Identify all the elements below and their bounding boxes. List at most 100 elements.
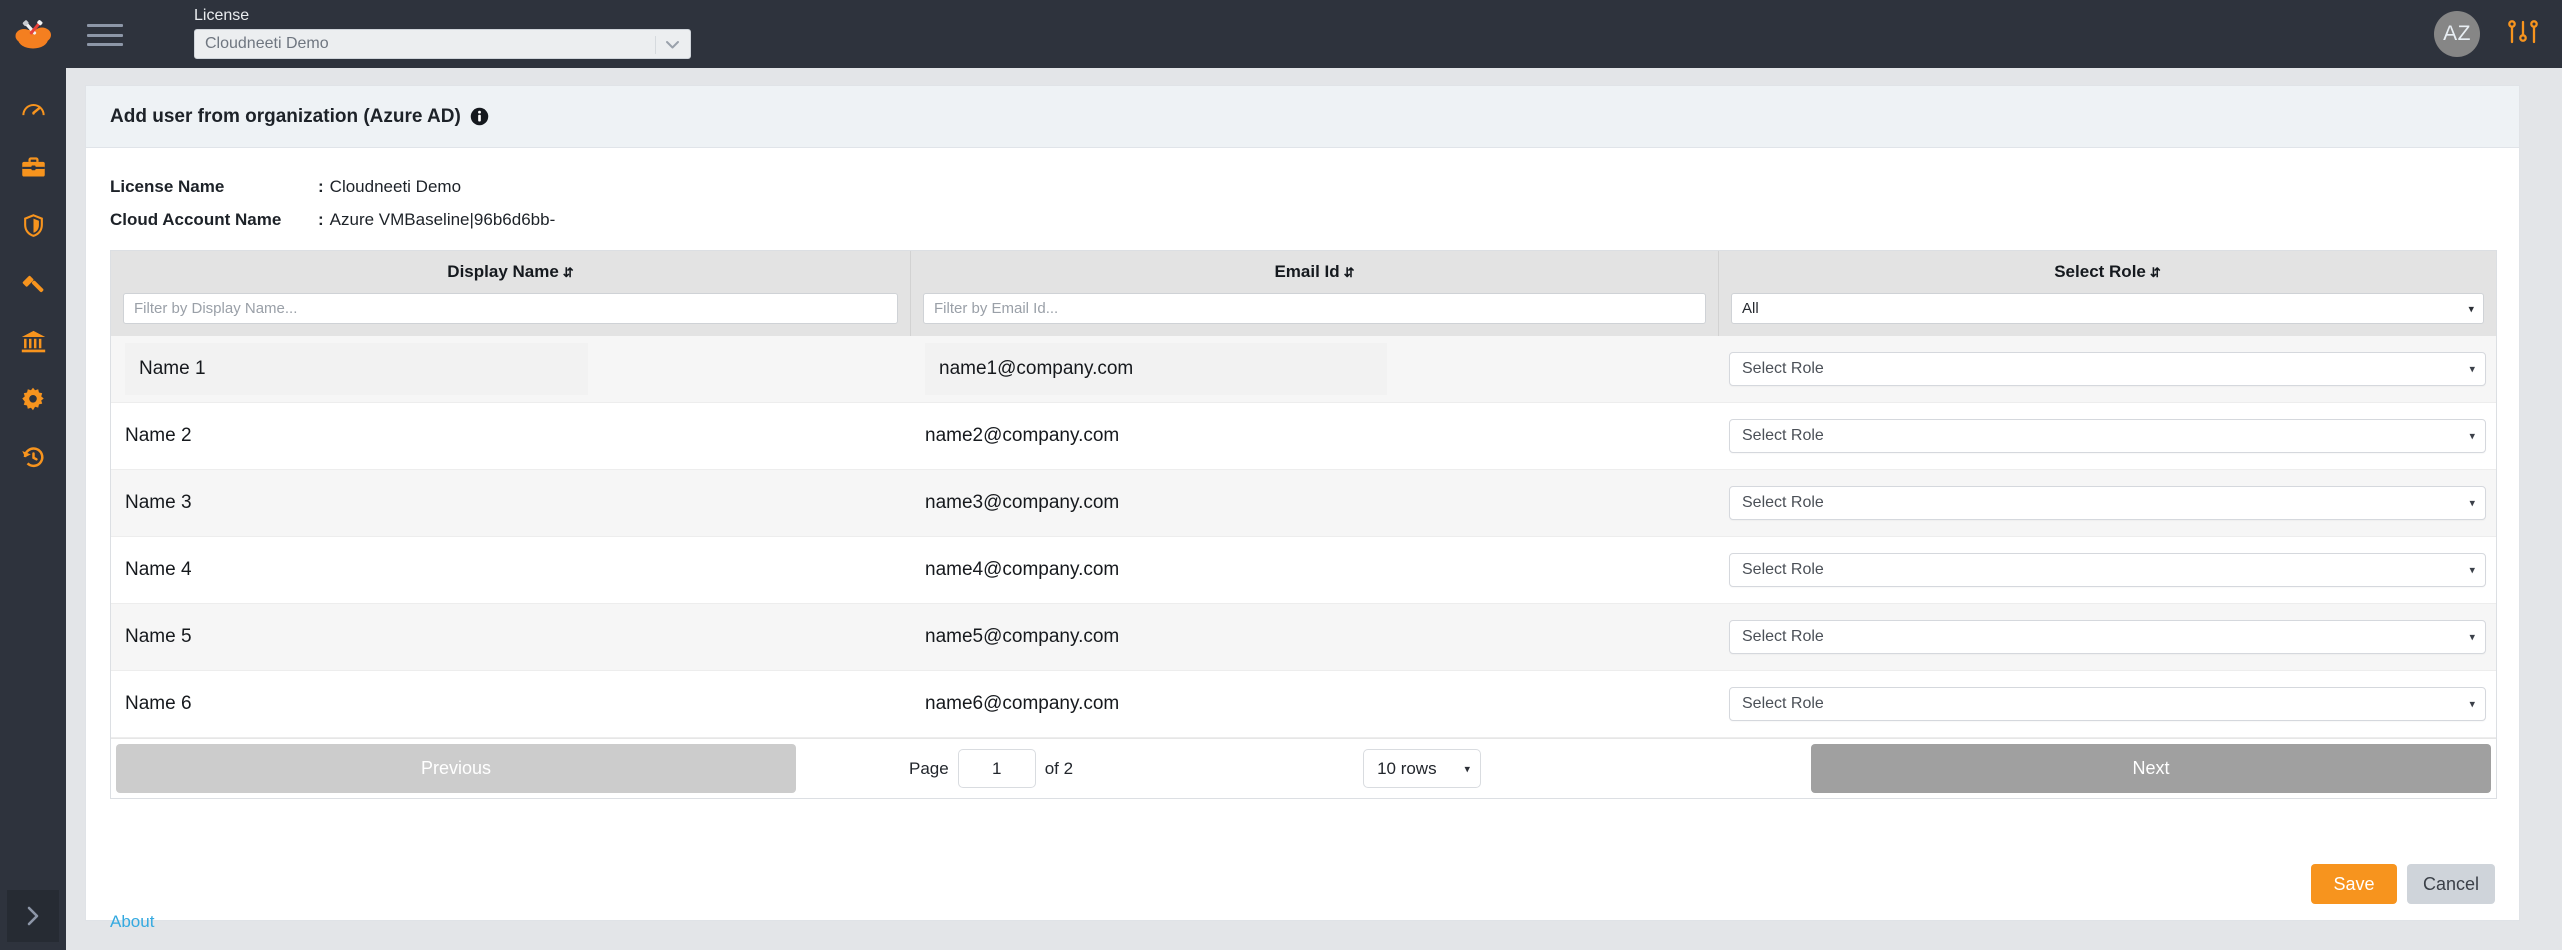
sidebar-item-compliance[interactable] <box>0 312 66 370</box>
previous-button[interactable]: Previous <box>116 744 796 793</box>
sidebar-item-portfolio[interactable] <box>0 138 66 196</box>
page-body: Add user from organization (Azure AD) Li… <box>66 68 2562 950</box>
dropdown-arrow-icon: ▾ <box>2468 303 2474 315</box>
table-row: Name 6 name6@company.com Select Role ▾ <box>111 671 2496 738</box>
table-row: Name 3 name3@company.com Select Role ▾ <box>111 470 2496 537</box>
display-name-value: Name 5 <box>125 626 192 647</box>
sort-icon: ⇵ <box>1343 265 1355 280</box>
filter-display-name-input[interactable] <box>123 293 898 324</box>
avatar[interactable]: AZ <box>2434 11 2480 57</box>
save-button[interactable]: Save <box>2310 864 2397 904</box>
role-select-value: Select Role <box>1742 628 1824 645</box>
meta-colon: : <box>318 177 324 196</box>
sidebar-item-settings[interactable] <box>0 370 66 428</box>
table-row: Name 4 name4@company.com Select Role ▾ <box>111 537 2496 604</box>
cell-select-role: Select Role ▾ <box>1719 604 2496 670</box>
gear-icon <box>22 387 44 411</box>
sidebar-item-dashboard[interactable] <box>0 80 66 138</box>
column-email-id: Email Id ⇵ <box>911 251 1719 336</box>
hamburger-icon[interactable] <box>83 21 127 49</box>
role-select-value: Select Role <box>1742 695 1824 712</box>
page-label: Page <box>909 758 949 778</box>
history-icon <box>21 446 43 467</box>
role-select[interactable]: Select Role ▾ <box>1729 419 2486 453</box>
role-select[interactable]: Select Role ▾ <box>1729 352 2486 386</box>
column-select-role: Select Role ⇵ All ▾ <box>1719 251 2496 336</box>
filter-role-select[interactable]: All ▾ <box>1731 293 2484 324</box>
sidebar-item-security[interactable] <box>0 196 66 254</box>
meta-row-license-name: License Name : Cloudneeti Demo <box>110 170 2519 203</box>
email-id-value: name6@company.com <box>925 693 1120 714</box>
license-label: License <box>194 7 250 24</box>
cancel-button[interactable]: Cancel <box>2406 864 2495 904</box>
filter-email-id-input[interactable] <box>923 293 1706 324</box>
license-selector-group: License Cloudneeti Demo <box>194 6 694 59</box>
users-table: Display Name⇵ Email Id⇵ Select Role⇵ A <box>110 250 2497 799</box>
cell-email-id: name3@company.com <box>911 470 1719 536</box>
previous-button-wrap: Previous <box>111 739 801 798</box>
meta-key: Cloud Account Name <box>110 210 282 229</box>
cell-display-name: Name 3 <box>111 470 911 536</box>
column-header-select-role[interactable]: Select Role ⇵ <box>1731 260 2484 285</box>
license-select[interactable]: Cloudneeti Demo <box>194 29 691 59</box>
cell-email-id: name2@company.com <box>911 403 1719 469</box>
column-header-label: Select Role <box>2054 262 2146 281</box>
email-id-value: name1@company.com <box>925 343 1387 395</box>
add-user-card: Add user from organization (Azure AD) Li… <box>85 85 2520 931</box>
role-select[interactable]: Select Role ▾ <box>1729 553 2486 587</box>
sidebar-item-governance[interactable] <box>0 254 66 312</box>
sidebar-item-history[interactable] <box>0 428 66 486</box>
role-select-value: Select Role <box>1742 427 1824 444</box>
column-header-display-name[interactable]: Display Name ⇵ <box>123 260 898 285</box>
cell-email-id: name4@company.com <box>911 537 1719 603</box>
form-actions: Save Cancel <box>2310 864 2495 904</box>
top-header-bar: License Cloudneeti Demo AZ <box>66 0 2562 68</box>
cell-display-name: Name 1 <box>111 336 911 402</box>
about-link[interactable]: About <box>110 912 154 932</box>
meta-colon: : <box>318 210 324 229</box>
column-header-email-id[interactable]: Email Id ⇵ <box>923 260 1706 285</box>
gavel-icon <box>22 275 43 292</box>
header-actions: AZ <box>2434 11 2540 57</box>
email-id-value: name3@company.com <box>925 492 1120 513</box>
rows-per-page-value: 10 rows <box>1377 758 1437 778</box>
table-row: Name 2 name2@company.com Select Role ▾ <box>111 403 2496 470</box>
filter-role-value: All <box>1742 300 1759 317</box>
chevron-down-icon <box>664 38 681 56</box>
email-id-value: name2@company.com <box>925 425 1120 446</box>
column-header-label: Display Name <box>447 262 559 281</box>
sliders-icon[interactable] <box>2506 16 2540 53</box>
left-sidebar <box>0 0 66 950</box>
table-row: Name 1 name1@company.com Select Role ▾ <box>111 336 2496 403</box>
cell-display-name: Name 6 <box>111 671 911 737</box>
cell-select-role: Select Role ▾ <box>1719 403 2496 469</box>
sidebar-nav <box>0 68 66 486</box>
pagination-bar: Previous Page of 2 10 rows ▾ Next <box>111 738 2496 798</box>
shield-icon <box>23 213 43 237</box>
cell-select-role: Select Role ▾ <box>1719 470 2496 536</box>
app-logo[interactable] <box>0 0 66 68</box>
cell-select-role: Select Role ▾ <box>1719 336 2496 402</box>
info-icon[interactable] <box>470 107 489 126</box>
rows-per-page-select[interactable]: 10 rows ▾ <box>1363 749 1482 788</box>
dropdown-arrow-icon: ▾ <box>2469 564 2475 577</box>
dropdown-arrow-icon: ▾ <box>2469 497 2475 510</box>
role-select-value: Select Role <box>1742 360 1824 377</box>
cloud-tools-logo-icon <box>15 20 51 49</box>
role-select[interactable]: Select Role ▾ <box>1729 486 2486 520</box>
gauge-icon <box>21 103 45 115</box>
display-name-value: Name 3 <box>125 492 192 513</box>
display-name-value: Name 1 <box>125 343 588 395</box>
next-button[interactable]: Next <box>1811 744 2491 793</box>
email-id-value: name4@company.com <box>925 559 1120 580</box>
pagination-controls: Page of 2 10 rows ▾ <box>801 739 1806 798</box>
cell-display-name: Name 5 <box>111 604 911 670</box>
page-number-input[interactable] <box>957 749 1036 788</box>
sidebar-expand-toggle[interactable] <box>7 890 59 942</box>
role-select[interactable]: Select Role ▾ <box>1729 620 2486 654</box>
column-header-label: Email Id <box>1274 262 1340 281</box>
role-select[interactable]: Select Role ▾ <box>1729 687 2486 721</box>
role-select-value: Select Role <box>1742 561 1824 578</box>
display-name-value: Name 4 <box>125 559 192 580</box>
next-button-wrap: Next <box>1806 739 2496 798</box>
